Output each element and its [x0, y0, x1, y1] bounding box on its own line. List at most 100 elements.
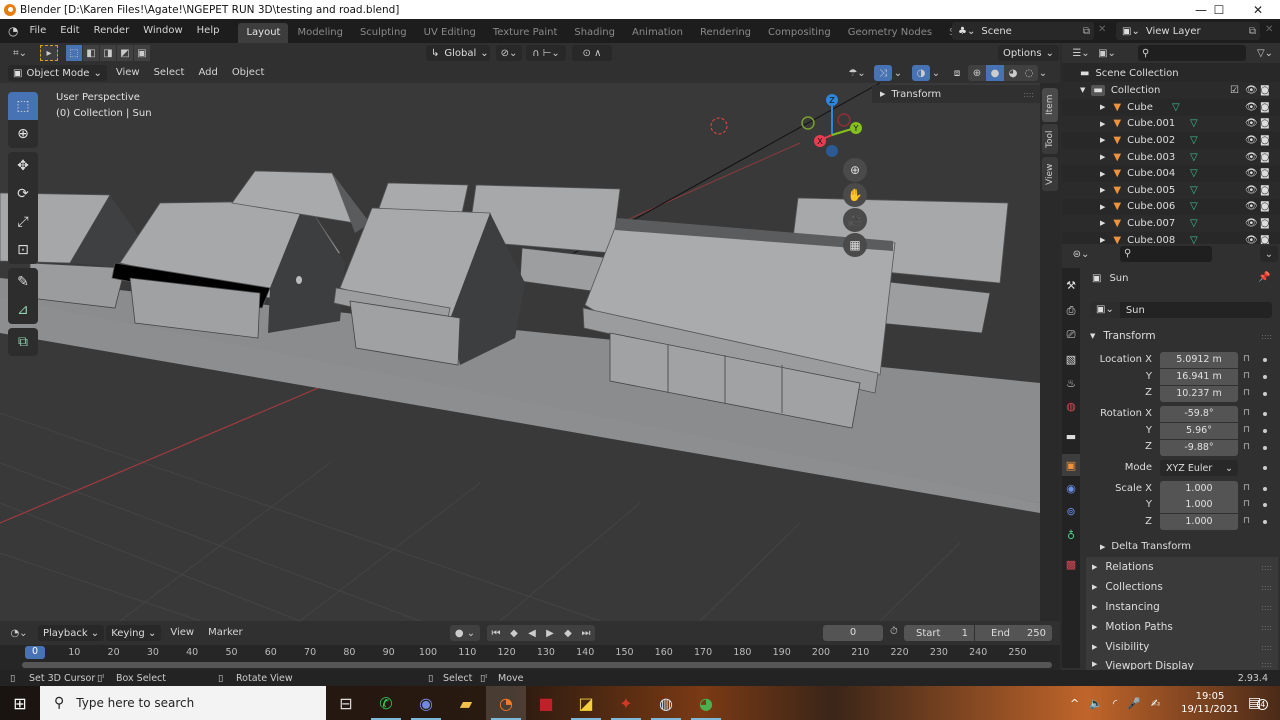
jump-start-icon[interactable]: ⏮: [487, 625, 505, 641]
properties-section-5[interactable]: ▶ Viewport Display::::: [1086, 657, 1278, 670]
tool-transform[interactable]: ⊡: [8, 236, 38, 264]
eye-icon[interactable]: 👁: [1245, 102, 1258, 113]
drag-handle-icon[interactable]: ::::: [1261, 643, 1272, 652]
properties-search-input[interactable]: ⚲: [1120, 246, 1212, 262]
current-frame-field[interactable]: 0: [823, 625, 883, 641]
menu-edit[interactable]: Edit: [53, 19, 86, 43]
tab-texture-paint[interactable]: Texture Paint: [485, 23, 566, 43]
snap-icon[interactable]: ∩ ⊢⌄: [526, 45, 566, 61]
orientation-dropdown[interactable]: ↳ Global ⌄: [426, 45, 490, 61]
delete-view-layer-icon[interactable]: ✕: [1265, 24, 1273, 35]
keyframe-dot-icon[interactable]: [1263, 429, 1267, 433]
microphone-icon[interactable]: 🎤: [1127, 697, 1141, 710]
mode-subtract-icon[interactable]: ◨: [100, 45, 116, 61]
properties-section-3[interactable]: ▶ Motion Paths::::: [1086, 617, 1278, 637]
tab-tool-icon[interactable]: ⚒: [1062, 274, 1080, 296]
tool-move[interactable]: ✥: [8, 152, 38, 180]
tab-rendering[interactable]: Rendering: [692, 23, 759, 43]
camera-render-icon[interactable]: ◙: [1260, 168, 1270, 179]
mode-invert-icon[interactable]: ◩: [117, 45, 133, 61]
notifications-icon[interactable]: ▤4: [1248, 695, 1269, 711]
camera-render-icon[interactable]: ◙: [1260, 152, 1270, 163]
game-app-icon[interactable]: ✦: [606, 686, 646, 720]
outliner-search-input[interactable]: ⚲: [1138, 45, 1246, 61]
whatsapp-icon[interactable]: ✆: [366, 686, 406, 720]
windows-start-icon[interactable]: ⊞: [0, 686, 40, 720]
mesh-data-icon[interactable]: ▽: [1190, 168, 1198, 179]
mesh-data-icon[interactable]: ▽: [1190, 185, 1198, 196]
tab-layout[interactable]: Layout: [238, 23, 289, 43]
stopwatch-icon[interactable]: ⏱: [890, 626, 898, 637]
location-z-field[interactable]: 10.237 m: [1160, 386, 1238, 402]
new-scene-icon[interactable]: ⧉: [1083, 26, 1090, 37]
outliner-object-row[interactable]: ▶ ▼ Cube.002 ▽ 👁 ◙: [1062, 132, 1280, 149]
view-layer-selector[interactable]: ▣⌄ View Layer ⧉: [1116, 22, 1260, 40]
drag-handle-icon[interactable]: ::::: [1261, 623, 1272, 632]
outliner-object-row[interactable]: ▶ ▼ Cube.006 ▽ 👁 ◙: [1062, 198, 1280, 216]
timeline-editor-type-icon[interactable]: ◔⌄: [6, 625, 32, 641]
menu-help[interactable]: Help: [190, 19, 227, 43]
gizmo-neg-y[interactable]: [801, 116, 815, 130]
start-frame-field[interactable]: Start 1: [904, 625, 974, 641]
drag-handle-icon[interactable]: ::::: [1261, 660, 1272, 669]
keyframe-dot-icon[interactable]: [1263, 487, 1267, 491]
tool-add-cube[interactable]: ⧉: [8, 328, 38, 356]
clock[interactable]: 19:05 19/11/2021: [1180, 690, 1240, 716]
camera-view-button[interactable]: 🎥: [843, 208, 867, 232]
exclude-checkbox[interactable]: ☑: [1230, 85, 1239, 96]
keyframe-dot-icon[interactable]: [1263, 392, 1267, 396]
steam-icon[interactable]: ◍: [646, 686, 686, 720]
jump-end-icon[interactable]: ⏭: [577, 625, 595, 641]
expand-arrow-icon[interactable]: ▶: [1100, 153, 1105, 161]
pin-icon[interactable]: 📌: [1258, 272, 1270, 283]
overlays-dropdown-icon[interactable]: ⌄: [930, 65, 942, 81]
datablock-type-icon[interactable]: ▣⌄: [1090, 302, 1120, 318]
keyframe-dot-icon[interactable]: [1263, 358, 1267, 362]
mesh-data-icon[interactable]: ▽: [1190, 218, 1198, 229]
outliner-object-row[interactable]: ▶ ▼ Cube.005 ▽ 👁 ◙: [1062, 182, 1280, 199]
blender-app-icon[interactable]: ◔: [486, 686, 526, 720]
mode-intersect-icon[interactable]: ▣: [134, 45, 150, 61]
menu-window[interactable]: Window: [136, 19, 189, 43]
viewport-menu-view[interactable]: View: [109, 61, 147, 85]
location-x-field[interactable]: 5.0912 m: [1160, 352, 1238, 368]
expand-arrow-icon[interactable]: ▶: [1100, 170, 1105, 178]
rotation-z-field[interactable]: -9.88°: [1160, 440, 1238, 456]
tab-compositing[interactable]: Compositing: [760, 23, 839, 43]
collection-row[interactable]: ▼ ▬ Collection ☑ 👁 ◙: [1062, 82, 1280, 99]
rotation-mode-dropdown[interactable]: XYZ Euler ⌄: [1160, 460, 1238, 476]
expand-arrow-icon[interactable]: ▶: [1100, 219, 1105, 227]
expand-arrow-icon[interactable]: ▶: [1100, 136, 1105, 144]
eye-icon[interactable]: 👁: [1245, 201, 1258, 212]
gizmo-neg-x[interactable]: [837, 113, 851, 127]
red-app-icon[interactable]: ■: [526, 686, 566, 720]
ortho-toggle-button[interactable]: ▦: [843, 233, 867, 257]
taskbar-search-box[interactable]: ⚲ Type here to search: [40, 686, 326, 720]
drag-handle-icon[interactable]: ::::: [1023, 90, 1034, 99]
properties-section-1[interactable]: ▶ Collections::::: [1086, 577, 1278, 597]
eye-icon[interactable]: 👁: [1245, 168, 1258, 179]
properties-section-0[interactable]: ▶ Relations::::: [1086, 557, 1278, 577]
mode-extend-icon[interactable]: ◧: [83, 45, 99, 61]
lock-icon[interactable]: ⊓: [1243, 483, 1250, 493]
eye-icon[interactable]: 👁: [1245, 218, 1258, 229]
wifi-icon[interactable]: ◜: [1113, 697, 1117, 710]
keyframe-dot-icon[interactable]: [1263, 466, 1267, 470]
tab-geometry-nodes[interactable]: Geometry Nodes: [840, 23, 940, 43]
tool-scale[interactable]: ⤢: [8, 208, 38, 236]
play-icon[interactable]: ▶: [541, 625, 559, 641]
new-view-layer-icon[interactable]: ⧉: [1249, 26, 1256, 37]
tool-cursor[interactable]: ⊕: [8, 120, 38, 148]
scale-z-field[interactable]: 1.000: [1160, 514, 1238, 530]
expand-arrow-icon[interactable]: ▶: [1100, 236, 1105, 244]
chrome-icon[interactable]: ◕: [686, 686, 726, 720]
navigation-gizmo[interactable]: Z X Y: [800, 90, 870, 160]
tab-animation[interactable]: Animation: [624, 23, 691, 43]
mesh-data-icon[interactable]: ▽: [1190, 118, 1198, 129]
scale-x-field[interactable]: 1.000: [1160, 481, 1238, 497]
gizmo-toggle-icon[interactable]: ⤨: [874, 65, 892, 81]
lock-icon[interactable]: ⊓: [1243, 408, 1250, 418]
drag-handle-icon[interactable]: ::::: [1261, 583, 1272, 592]
mesh-data-icon[interactable]: ▽: [1172, 102, 1180, 113]
properties-section-4[interactable]: ▶ Visibility::::: [1086, 637, 1278, 657]
